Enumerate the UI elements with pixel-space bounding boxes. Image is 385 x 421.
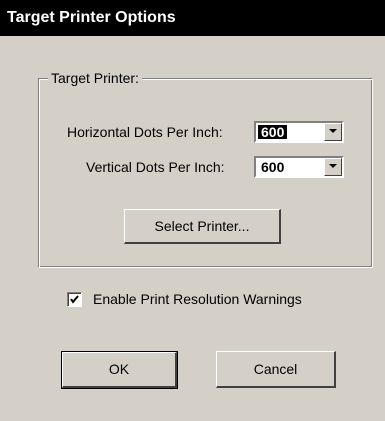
horizontal-dpi-label: Horizontal Dots Per Inch: <box>67 124 223 140</box>
chevron-down-icon <box>329 129 337 133</box>
vertical-dpi-value: 600 <box>261 159 285 175</box>
select-printer-label: Select Printer... <box>154 218 250 234</box>
ok-button[interactable]: OK <box>61 351 178 389</box>
target-printer-options-dialog: Target Printer Options Target Printer: H… <box>0 0 385 421</box>
horizontal-dpi-value: 600 <box>258 125 288 139</box>
horizontal-dpi-dropdown-button[interactable] <box>324 123 342 141</box>
target-printer-group-label: Target Printer: <box>48 70 142 86</box>
vertical-dpi-select[interactable]: 600 <box>254 156 344 178</box>
enable-warnings-label: Enable Print Resolution Warnings <box>93 291 302 307</box>
title-bar[interactable]: Target Printer Options <box>0 0 385 36</box>
window-title: Target Printer Options <box>7 9 176 26</box>
horizontal-dpi-select[interactable]: 600 <box>254 121 344 143</box>
vertical-dpi-dropdown-button[interactable] <box>324 158 342 176</box>
vertical-dpi-label: Vertical Dots Per Inch: <box>86 159 225 175</box>
checkmark-icon <box>70 295 79 304</box>
ok-label: OK <box>108 361 130 377</box>
cancel-button[interactable]: Cancel <box>216 351 336 388</box>
cancel-label: Cancel <box>253 361 298 377</box>
enable-warnings-checkbox[interactable] <box>67 292 82 307</box>
chevron-down-icon <box>329 164 337 168</box>
select-printer-button[interactable]: Select Printer... <box>124 209 281 244</box>
